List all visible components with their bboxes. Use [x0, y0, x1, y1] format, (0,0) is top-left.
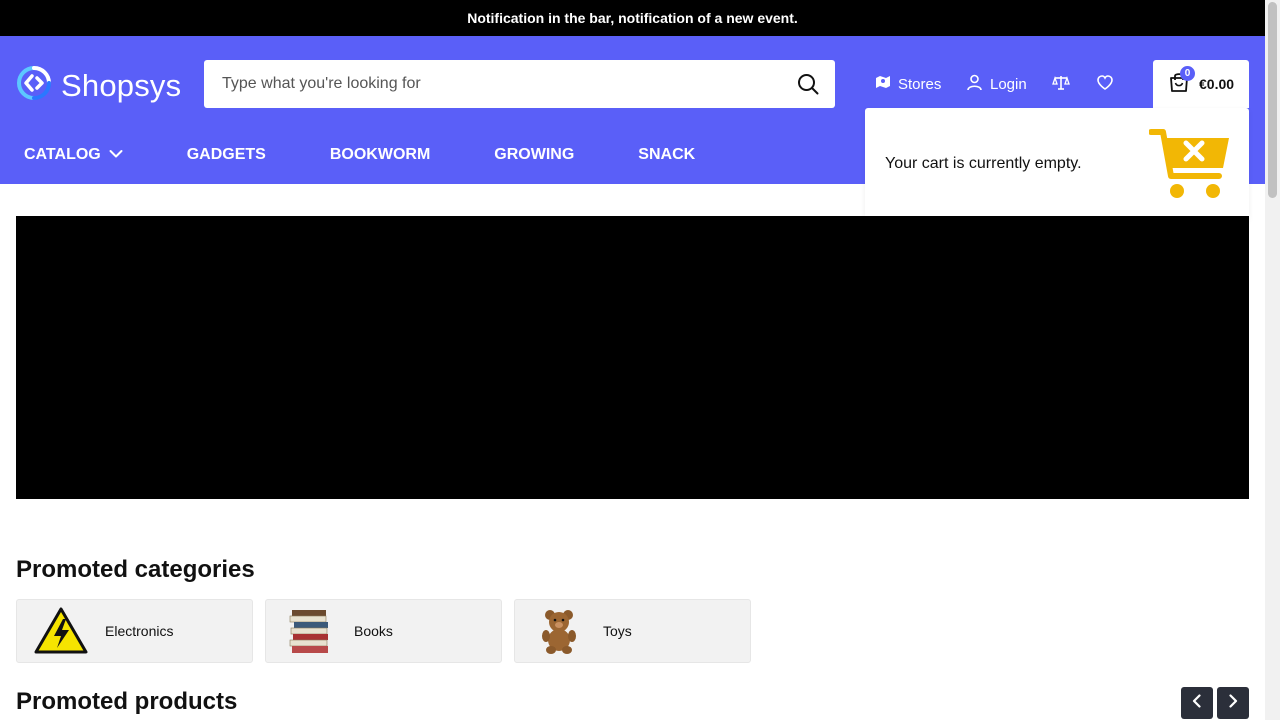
category-card-toys[interactable]: Toys: [514, 599, 751, 663]
stores-label: Stores: [898, 75, 942, 93]
map-icon: [875, 74, 891, 94]
promoted-categories-title: Promoted categories: [16, 556, 255, 583]
carousel-prev-button[interactable]: [1181, 687, 1213, 719]
cart-button[interactable]: 0 €0.00: [1153, 60, 1249, 108]
stores-link[interactable]: Stores: [875, 74, 941, 94]
chevron-down-icon: [109, 146, 123, 164]
main-nav: CATALOG GADGETS BOOKWORM GROWING SNACK: [24, 146, 759, 164]
chevron-right-icon: [1227, 693, 1239, 713]
books-icon: [278, 605, 342, 657]
login-label: Login: [990, 76, 1027, 93]
empty-cart-icon: [1148, 128, 1231, 207]
carousel-next-button[interactable]: [1217, 687, 1249, 719]
nav-item-label: BOOKWORM: [329, 146, 431, 163]
notification-bar: Notification in the bar, notification of…: [0, 0, 1265, 36]
cart-price: €0.00: [1199, 76, 1235, 92]
compare-icon[interactable]: [1052, 74, 1070, 92]
category-card-electronics[interactable]: Electronics: [16, 599, 253, 663]
notification-text: Notification in the bar, notification of…: [467, 10, 798, 26]
scrollbar-thumb[interactable]: [1268, 2, 1277, 198]
nav-item-bookworm[interactable]: BOOKWORM: [330, 146, 430, 164]
category-label: Toys: [603, 623, 632, 639]
logo-text: Shopsys: [61, 67, 182, 103]
high-voltage-icon: [29, 605, 93, 657]
teddy-bear-icon: [527, 605, 591, 657]
promoted-products-title: Promoted products: [16, 688, 238, 715]
nav-item-label: SNACK: [638, 146, 696, 163]
nav-item-growing[interactable]: GROWING: [494, 146, 574, 164]
hero-banner[interactable]: [16, 216, 1249, 499]
category-label: Books: [354, 623, 393, 639]
search-icon[interactable]: [793, 69, 823, 99]
category-label: Electronics: [105, 623, 174, 639]
nav-item-catalog[interactable]: CATALOG: [24, 146, 123, 164]
nav-item-label: GROWING: [494, 146, 575, 163]
heart-icon[interactable]: [1096, 74, 1114, 92]
user-icon: [966, 74, 983, 95]
nav-item-snack[interactable]: SNACK: [638, 146, 695, 164]
login-link[interactable]: Login: [966, 74, 1027, 95]
cart-count-badge: 0: [1180, 66, 1195, 81]
cart-empty-message: Your cart is currently empty.: [885, 155, 1082, 172]
nav-item-label: GADGETS: [186, 146, 266, 163]
nav-item-gadgets[interactable]: GADGETS: [187, 146, 266, 164]
cart-dropdown: Your cart is currently empty.: [865, 108, 1249, 220]
nav-item-label: CATALOG: [24, 146, 101, 163]
logo[interactable]: Shopsys: [16, 65, 181, 106]
chevron-left-icon: [1191, 693, 1203, 713]
search-box: [204, 60, 835, 108]
search-input[interactable]: [222, 75, 793, 93]
page-scrollbar[interactable]: [1265, 0, 1280, 720]
logo-icon: [16, 65, 52, 106]
category-card-books[interactable]: Books: [265, 599, 502, 663]
